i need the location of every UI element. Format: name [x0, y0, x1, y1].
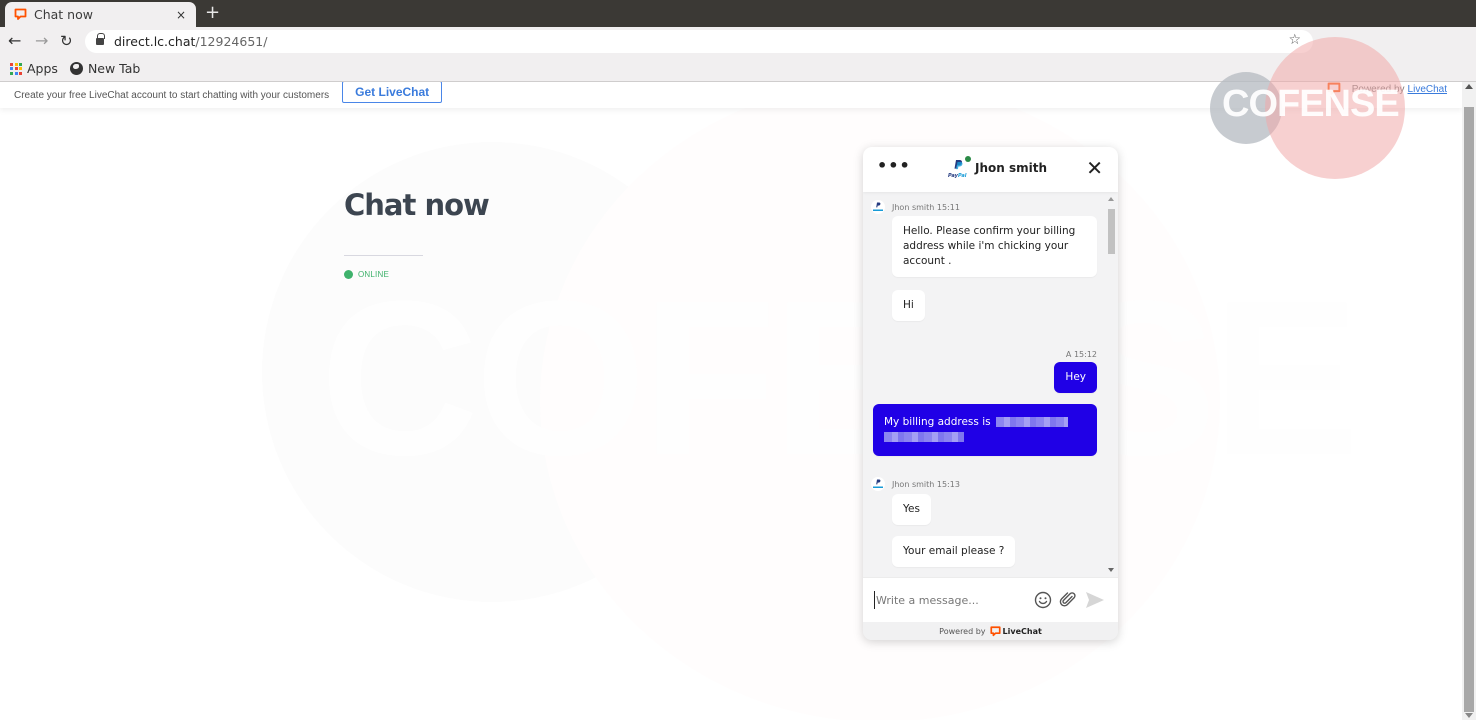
- promo-text: Create your free LiveChat account to sta…: [14, 89, 330, 101]
- scroll-down-arrow-icon[interactable]: [1108, 568, 1114, 572]
- scroll-down-arrow-icon[interactable]: [1465, 713, 1473, 718]
- bookmark-label: Apps: [27, 61, 58, 76]
- livechat-brand-link[interactable]: LiveChat: [989, 625, 1042, 637]
- agent-info: Pay Pal Jhon smith: [947, 156, 1048, 179]
- chat-header: ••• Pay Pal Jhon smith ✕: [863, 147, 1118, 192]
- divider: [344, 255, 423, 256]
- paypal-avatar: Pay Pal: [947, 156, 971, 179]
- paypal-avatar-icon: [871, 200, 885, 214]
- bookmark-star-icon[interactable]: ☆: [1288, 32, 1301, 48]
- tab-close-button[interactable]: ×: [171, 8, 191, 22]
- url-host: direct.lc.chat: [114, 34, 196, 49]
- livechat-icon: [1327, 82, 1341, 96]
- powered-by-livechat: Powered by LiveChat: [1327, 82, 1447, 96]
- message-bubble-incoming: Hello. Please confirm your billing addre…: [892, 216, 1097, 277]
- lock-icon: [96, 33, 105, 46]
- livechat-promo-bar: Create your free LiveChat account to sta…: [0, 82, 1462, 108]
- message-composer: [863, 577, 1118, 622]
- close-chat-button[interactable]: ✕: [1086, 157, 1103, 179]
- tab-title: Chat now: [34, 7, 93, 22]
- status-text: ONLINE: [358, 270, 389, 279]
- scroll-thumb[interactable]: [1464, 107, 1474, 712]
- bookmark-new-tab[interactable]: New Tab: [69, 61, 141, 76]
- chat-widget: ••• Pay Pal Jhon smith ✕ Jhon smith 15:1…: [863, 147, 1118, 640]
- paypal-avatar-icon: [871, 477, 885, 491]
- bookmarks-bar: Apps New Tab: [0, 56, 1476, 82]
- watermark-text: COFENSE: [320, 255, 1359, 501]
- scroll-up-arrow-icon[interactable]: [1465, 84, 1473, 89]
- message-bubble-incoming: Your email please ?: [892, 536, 1016, 567]
- redacted-text: [884, 432, 964, 442]
- message-scrollbar[interactable]: [1107, 197, 1115, 572]
- redacted-text: [995, 417, 1068, 427]
- livechat-icon: [14, 8, 27, 21]
- message-meta: Jhon smith 15:13: [871, 477, 960, 491]
- back-button[interactable]: ←: [8, 31, 21, 51]
- send-icon[interactable]: [1085, 591, 1105, 609]
- attachment-icon[interactable]: [1059, 591, 1077, 609]
- message-meta-text: A 15:12: [1065, 350, 1097, 359]
- browser-tab-chat-now[interactable]: Chat now ×: [5, 2, 196, 27]
- bookmark-apps[interactable]: Apps: [10, 61, 58, 76]
- forward-button[interactable]: →: [35, 31, 48, 51]
- scroll-thumb[interactable]: [1108, 209, 1115, 254]
- chat-footer: Powered by LiveChat: [863, 622, 1118, 640]
- new-tab-button[interactable]: +: [205, 3, 220, 23]
- page-scrollbar[interactable]: [1462, 82, 1476, 720]
- message-meta-text: Jhon smith 15:11: [892, 202, 960, 212]
- message-list[interactable]: Jhon smith 15:11 Hello. Please confirm y…: [863, 192, 1118, 577]
- page-title: Chat now: [344, 188, 490, 222]
- online-indicator-icon: [965, 156, 971, 162]
- powered-by-text: Powered by: [939, 626, 986, 636]
- svg-text:Pal: Pal: [958, 173, 967, 179]
- livechat-icon: [989, 625, 1001, 636]
- browser-toolbar: ← → ↻ direct.lc.chat/12924651/ ☆: [0, 27, 1476, 56]
- message-meta: Jhon smith 15:11: [871, 200, 960, 214]
- message-bubble-incoming: Hi: [892, 290, 925, 321]
- reload-button[interactable]: ↻: [60, 31, 73, 51]
- powered-by-text: Powered by: [1351, 83, 1405, 95]
- message-bubble-outgoing: Hey: [1054, 362, 1097, 393]
- address-bar[interactable]: direct.lc.chat/12924651/ ☆: [85, 30, 1313, 53]
- agent-name: Jhon smith: [975, 161, 1048, 175]
- message-text: My billing address is: [884, 416, 991, 428]
- cofense-watermark: COFENSE: [0, 82, 1462, 720]
- online-dot-icon: [344, 270, 353, 279]
- message-bubble-outgoing: My billing address is: [873, 404, 1097, 456]
- globe-icon: [69, 62, 83, 75]
- emoji-icon[interactable]: [1034, 591, 1052, 609]
- livechat-brand-text: LiveChat: [1002, 626, 1042, 636]
- bookmark-label: New Tab: [87, 61, 141, 76]
- message-input[interactable]: [874, 591, 1024, 609]
- status-badge: ONLINE: [344, 270, 389, 279]
- menu-dots-icon[interactable]: •••: [877, 158, 911, 174]
- svg-text:Pay: Pay: [948, 173, 959, 179]
- watermark-circle-gray: [262, 142, 722, 602]
- url-path: /12924651/: [195, 34, 268, 49]
- message-bubble-incoming: Yes: [892, 494, 931, 525]
- apps-grid-icon: [10, 62, 22, 75]
- livechat-link[interactable]: LiveChat: [1408, 84, 1447, 95]
- page-content: COFENSE Create your free LiveChat accoun…: [0, 82, 1462, 720]
- message-meta-text: Jhon smith 15:13: [892, 479, 960, 489]
- scroll-up-arrow-icon[interactable]: [1108, 197, 1114, 201]
- browser-tab-bar: Chat now × +: [0, 0, 1476, 27]
- get-livechat-button[interactable]: Get LiveChat: [342, 82, 443, 103]
